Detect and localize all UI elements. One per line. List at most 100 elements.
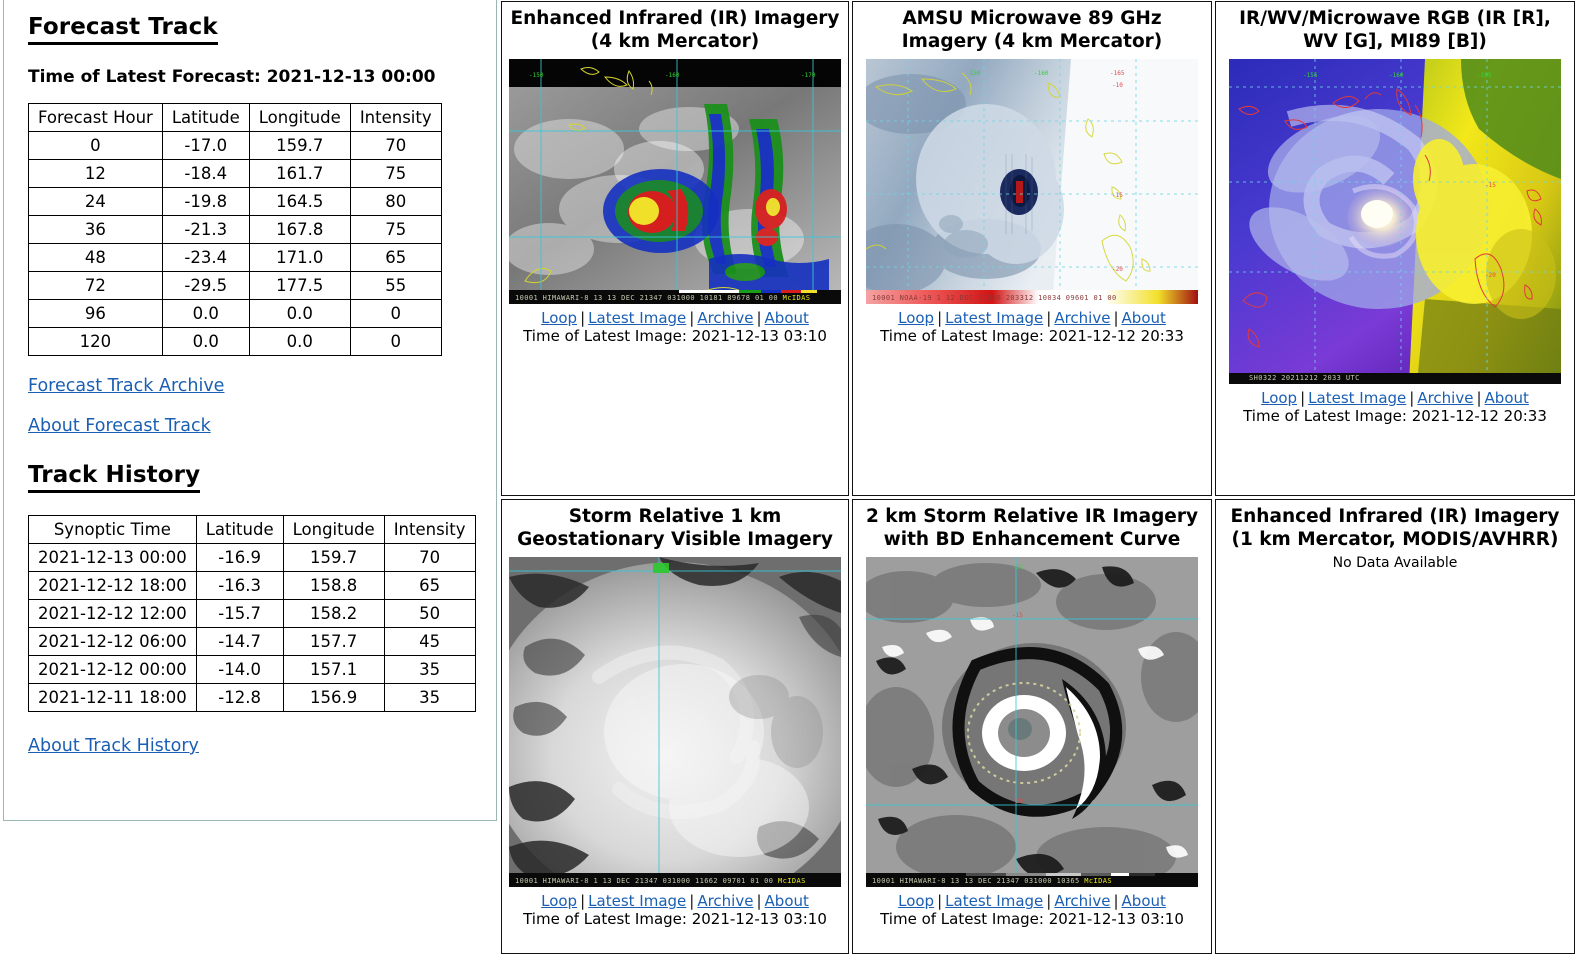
mcidas-annotation: 10001 HIMAWARI-8 13 13 DEC 21347 031000 … bbox=[866, 876, 1198, 888]
archive-link[interactable]: Archive bbox=[1054, 892, 1110, 910]
table-row: 96 0.0 0.0 0 bbox=[28, 299, 442, 328]
svg-text:-20: -20 bbox=[1485, 272, 1496, 279]
table-cell: -14.0 bbox=[195, 655, 284, 684]
panel-title: AMSU Microwave 89 GHz Imagery (4 km Merc… bbox=[901, 8, 1163, 52]
about-track-history-link[interactable]: About Track History bbox=[28, 736, 199, 756]
latest-image-link[interactable]: Latest Image bbox=[945, 309, 1043, 327]
rgb-annotation: SH0322 20211212 2033 UTC bbox=[1229, 373, 1561, 385]
latest-image-link[interactable]: Latest Image bbox=[588, 309, 686, 327]
table-cell: 35 bbox=[383, 655, 476, 684]
track-history-heading: Track History bbox=[28, 462, 201, 493]
about-forecast-track-link[interactable]: About Forecast Track bbox=[28, 416, 211, 436]
table-row: 2021-12-12 18:00 -16.3 158.8 65 bbox=[28, 571, 476, 600]
table-cell: 50 bbox=[383, 599, 476, 628]
svg-text:-15: -15 bbox=[1012, 612, 1023, 619]
loop-link[interactable]: Loop bbox=[541, 309, 577, 327]
svg-text:-20: -20 bbox=[1012, 798, 1023, 805]
panel-title: Enhanced Infrared (IR) Imagery (1 km Mer… bbox=[1230, 506, 1560, 550]
panel-links: Loop | Latest Image | Archive | About bbox=[1261, 389, 1529, 408]
table-row: 72 -29.5 177.5 55 bbox=[28, 271, 442, 300]
forecast-about-row: About Forecast Track bbox=[28, 416, 500, 436]
latest-image-link[interactable]: Latest Image bbox=[1308, 389, 1406, 407]
loop-link[interactable]: Loop bbox=[898, 309, 934, 327]
table-cell: 159.7 bbox=[248, 131, 351, 160]
about-link[interactable]: About bbox=[765, 309, 809, 327]
col-intensity: Intensity bbox=[383, 515, 476, 544]
table-cell: 12 bbox=[28, 159, 163, 188]
table-cell: 0.0 bbox=[161, 299, 250, 328]
col-longitude: Longitude bbox=[248, 103, 351, 132]
svg-text:-170: -170 bbox=[801, 72, 816, 79]
table-cell: 158.8 bbox=[282, 571, 385, 600]
table-cell: 2021-12-12 18:00 bbox=[28, 571, 197, 600]
loop-link[interactable]: Loop bbox=[1261, 389, 1297, 407]
table-cell: 0 bbox=[349, 299, 442, 328]
table-cell: -21.3 bbox=[161, 215, 250, 244]
svg-text:-165: -165 bbox=[1110, 70, 1125, 77]
ir-bd-2km-image[interactable]: -15 -15 -20 10001 HIMAWARI-8 13 13 DEC 2… bbox=[866, 557, 1198, 888]
table-cell: 70 bbox=[383, 543, 476, 572]
panel-title: Storm Relative 1 km Geostationary Visibl… bbox=[517, 506, 833, 550]
table-cell: -12.8 bbox=[195, 683, 284, 712]
panel-ir-4km: Enhanced Infrared (IR) Imagery (4 km Mer… bbox=[501, 1, 849, 496]
table-header-row: Synoptic Time Latitude Longitude Intensi… bbox=[28, 515, 476, 544]
table-cell: 2021-12-12 06:00 bbox=[28, 627, 197, 656]
about-link[interactable]: About bbox=[1122, 309, 1166, 327]
col-latitude: Latitude bbox=[161, 103, 250, 132]
table-cell: 48 bbox=[28, 243, 163, 272]
table-cell: 0.0 bbox=[161, 327, 250, 356]
loop-link[interactable]: Loop bbox=[898, 892, 934, 910]
latest-image-link[interactable]: Latest Image bbox=[945, 892, 1043, 910]
panel-links: Loop | Latest Image | Archive | About bbox=[898, 309, 1166, 328]
table-cell: 65 bbox=[383, 571, 476, 600]
col-longitude: Longitude bbox=[282, 515, 385, 544]
table-cell: 80 bbox=[349, 187, 442, 216]
table-row: 2021-12-13 00:00 -16.9 159.7 70 bbox=[28, 543, 476, 572]
table-cell: 167.8 bbox=[248, 215, 351, 244]
table-cell: 65 bbox=[349, 243, 442, 272]
panel-links: Loop | Latest Image | Archive | About bbox=[541, 892, 809, 911]
svg-text:-15: -15 bbox=[1012, 564, 1023, 571]
loop-link[interactable]: Loop bbox=[541, 892, 577, 910]
about-link[interactable]: About bbox=[1485, 389, 1529, 407]
latest-image-link[interactable]: Latest Image bbox=[588, 892, 686, 910]
table-cell: 0 bbox=[349, 327, 442, 356]
table-cell: 2021-12-12 00:00 bbox=[28, 655, 197, 684]
track-history-about-row: About Track History bbox=[28, 736, 500, 756]
table-cell: -16.9 bbox=[195, 543, 284, 572]
table-cell: 75 bbox=[349, 159, 442, 188]
mcidas-annotation: 10001 HIMAWARI-8 13 13 DEC 21347 031000 … bbox=[509, 293, 841, 305]
table-cell: -17.0 bbox=[161, 131, 250, 160]
table-cell: 36 bbox=[28, 215, 163, 244]
visible-1km-image[interactable]: 10001 HIMAWARI-8 1 13 DEC 21347 031000 1… bbox=[509, 557, 841, 888]
table-cell: 0 bbox=[28, 131, 163, 160]
ir-4km-image[interactable]: -150 -160 -170 10001 HIMAWARI-8 13 13 DE… bbox=[509, 59, 841, 305]
archive-link[interactable]: Archive bbox=[1417, 389, 1473, 407]
table-cell: 35 bbox=[383, 683, 476, 712]
forecast-track-archive-link[interactable]: Forecast Track Archive bbox=[28, 376, 224, 396]
table-row: 2021-12-12 00:00 -14.0 157.1 35 bbox=[28, 655, 476, 684]
latest-forecast-time: Time of Latest Forecast: 2021-12-13 00:0… bbox=[28, 67, 436, 87]
table-row: 48 -23.4 171.0 65 bbox=[28, 243, 442, 272]
col-synoptic-time: Synoptic Time bbox=[28, 515, 197, 544]
mcidas-annotation: 10001 NOAA-19 1 12 DEC 21346 203312 1003… bbox=[872, 294, 1117, 303]
rgb-composite-image[interactable]: -155 -160 -165 -15 -20 SH0322 20211212 2… bbox=[1229, 59, 1561, 385]
table-cell: 2021-12-12 12:00 bbox=[28, 599, 197, 628]
table-cell: 55 bbox=[349, 271, 442, 300]
svg-text:-160: -160 bbox=[1034, 70, 1049, 77]
amsu-89ghz-image[interactable]: -150 -160 -165 -10 -15 -20 10001 NOAA-19… bbox=[866, 59, 1198, 305]
table-row: 12 -18.4 161.7 75 bbox=[28, 159, 442, 188]
svg-text:-160: -160 bbox=[1389, 72, 1404, 79]
table-cell: 159.7 bbox=[282, 543, 385, 572]
archive-link[interactable]: Archive bbox=[697, 892, 753, 910]
table-cell: -16.3 bbox=[195, 571, 284, 600]
about-link[interactable]: About bbox=[1122, 892, 1166, 910]
about-link[interactable]: About bbox=[765, 892, 809, 910]
col-intensity: Intensity bbox=[349, 103, 442, 132]
archive-link[interactable]: Archive bbox=[697, 309, 753, 327]
latest-image-timestamp: Time of Latest Image: 2021-12-12 20:33 bbox=[880, 327, 1184, 346]
archive-link[interactable]: Archive bbox=[1054, 309, 1110, 327]
table-row: 2021-12-11 18:00 -12.8 156.9 35 bbox=[28, 683, 476, 712]
svg-text:-165: -165 bbox=[1477, 72, 1492, 79]
table-cell: 45 bbox=[383, 627, 476, 656]
